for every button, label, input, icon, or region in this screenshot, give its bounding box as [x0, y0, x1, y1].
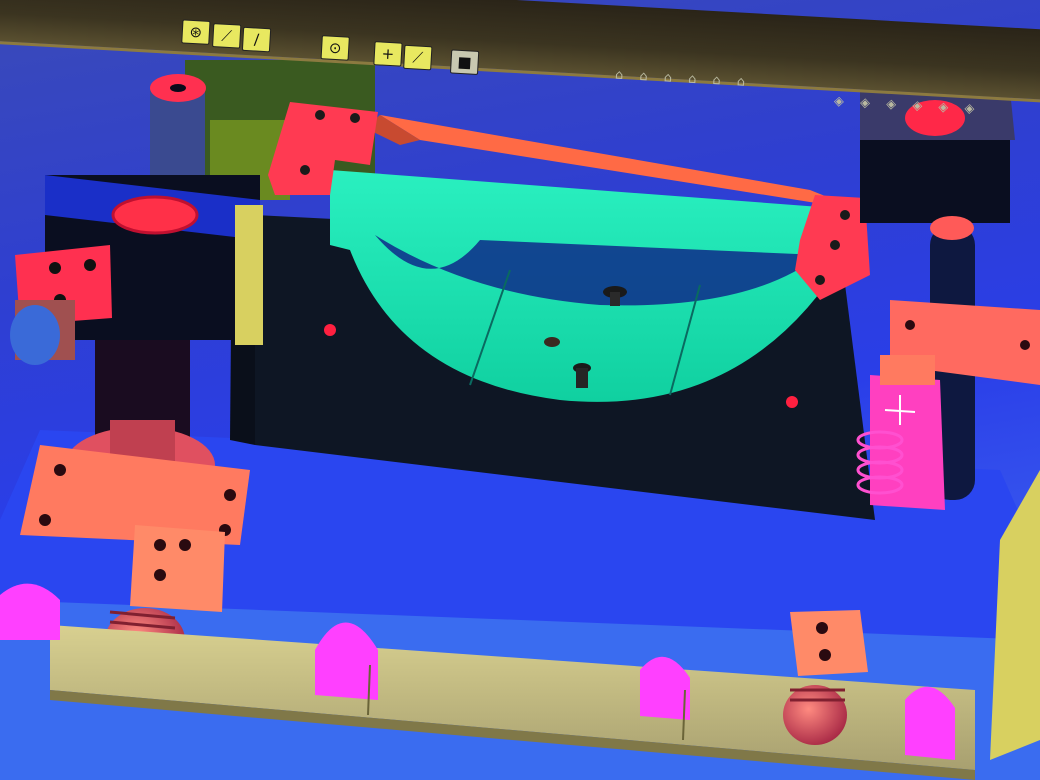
line-icon: ⟋ [220, 26, 233, 46]
spring-block [870, 375, 945, 510]
cad-viewport[interactable]: ▪ ▪ ▪ ▪ ▪ ⊛ ⟋ / ⊙ + ⟋ ■ ⌂ ⌂ ⌂ ⌂ ⌂ ⌂ ◈ ◈ … [0, 0, 1040, 780]
solid-view-button[interactable]: ■ [449, 49, 480, 75]
circle-dot-icon: ⊙ [328, 38, 342, 58]
fixture-model [0, 60, 1040, 780]
front-right-block [790, 610, 868, 676]
line-icon: ⟋ [412, 48, 424, 67]
clamp-cap [111, 195, 199, 235]
arc-tool-button[interactable]: / [241, 26, 272, 53]
point-tool-button[interactable]: ⊙ [320, 35, 350, 61]
slash-icon: / [253, 30, 260, 49]
plus-tool-button[interactable]: + [373, 41, 403, 67]
segment-tool-button[interactable]: ⟋ [403, 44, 433, 71]
front-right-knob [783, 685, 847, 745]
select-filter-button[interactable]: ⊛ [181, 19, 211, 45]
line-tool-button[interactable]: ⟋ [212, 23, 242, 49]
plus-icon: + [381, 44, 395, 64]
front-left-block [130, 525, 225, 612]
target-icon: ⊛ [189, 22, 203, 42]
cube-icon: ■ [457, 52, 473, 72]
